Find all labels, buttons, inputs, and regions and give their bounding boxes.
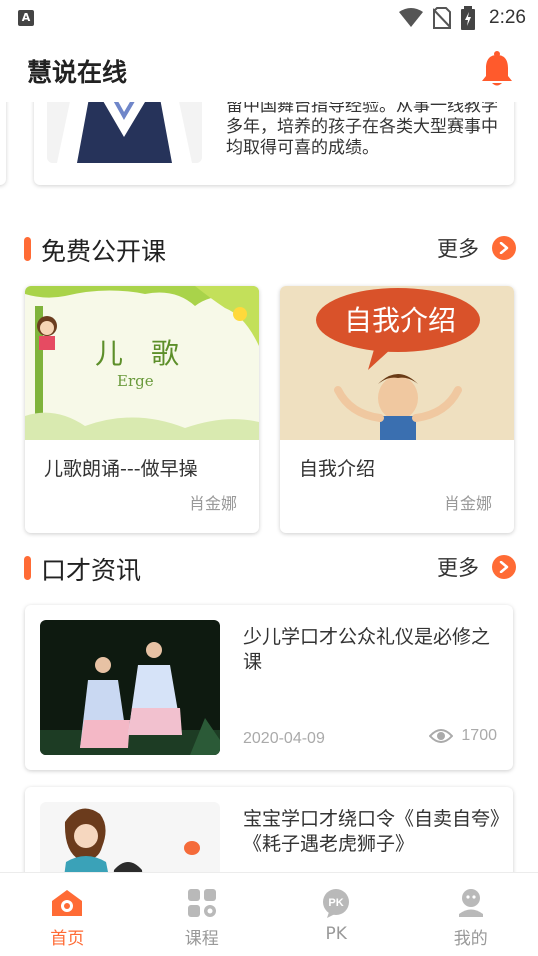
- section-accent-bar: [24, 237, 31, 261]
- news-item-title: 宝宝学口才绕口令《自卖自夸》《耗子遇老虎狮子》: [243, 808, 500, 855]
- free-courses-header: 免费公开课 更多: [0, 230, 538, 270]
- section-accent-bar: [24, 556, 31, 580]
- status-time: 2:26: [489, 7, 526, 28]
- bell-icon: [482, 51, 512, 86]
- nav-label: 我的: [453, 929, 488, 949]
- profile-icon: [458, 889, 483, 917]
- teacher-description: 留中国舞台指导经验。从事一线教学多年，培养的孩子在各类大型赛事中均取得可喜的成绩…: [226, 102, 498, 158]
- news-card[interactable]: 宝宝学口才绕口令《自卖自夸》《耗子遇老虎狮子》: [25, 787, 513, 872]
- course-grid-icon: [187, 889, 216, 917]
- battery-charging-icon: [461, 6, 476, 30]
- more-label: 更多: [437, 556, 479, 580]
- course-card[interactable]: 儿 歌 Erge 儿歌朗诵---做早操 肖金娜: [25, 286, 259, 533]
- pk-icon: PK: [323, 889, 350, 918]
- teacher-card[interactable]: 留中国舞台指导经验。从事一线教学多年，培养的孩子在各类大型赛事中均取得可喜的成绩…: [34, 102, 514, 185]
- thumb-subtitle-text: Erge: [117, 372, 154, 390]
- teacher-card-prev[interactable]: [0, 102, 6, 185]
- news-date: 2020-04-09: [243, 730, 325, 747]
- home-icon: [52, 890, 83, 916]
- chevron-right-icon: [492, 236, 516, 260]
- news-title: 口才资讯: [41, 556, 142, 585]
- chevron-right-icon: [492, 555, 516, 579]
- free-courses-title: 免费公开课: [41, 237, 167, 266]
- news-views: 1700: [429, 727, 497, 745]
- nav-label: PK: [325, 924, 347, 944]
- news-header: 口才资讯 更多: [0, 549, 538, 589]
- news-card[interactable]: 少儿学口才公众礼仪是必修之课 2020-04-09 1700: [25, 605, 513, 770]
- course-teacher: 肖金娜: [188, 494, 237, 513]
- thumb-title-text: 儿 歌: [95, 337, 180, 370]
- news-thumbnail: [40, 802, 220, 872]
- nav-tab-courses[interactable]: 课程: [135, 873, 270, 956]
- system-icons: 2:26: [399, 6, 526, 30]
- free-courses-more-link[interactable]: 更多: [437, 233, 516, 263]
- news-more-link[interactable]: 更多: [437, 552, 516, 582]
- thumb-title-text: 自我介绍: [344, 304, 457, 337]
- bottom-navigation: 首页 课程 PK PK 我的: [0, 872, 538, 956]
- course-title: 自我介绍: [299, 458, 376, 480]
- nav-label: 首页: [50, 929, 85, 949]
- app-notification-icon: A: [18, 10, 34, 26]
- eye-icon: [429, 729, 454, 743]
- notifications-button[interactable]: [480, 50, 514, 92]
- svg-text:PK: PK: [329, 897, 344, 909]
- teacher-photo: [47, 102, 202, 163]
- nav-tab-home[interactable]: 首页: [0, 873, 135, 956]
- news-view-count: 1700: [461, 727, 497, 744]
- wifi-icon: [399, 8, 424, 27]
- home-scroll-content[interactable]: 留中国舞台指导经验。从事一线教学多年，培养的孩子在各类大型赛事中均取得可喜的成绩…: [0, 102, 538, 872]
- course-thumbnail: 儿 歌 Erge: [25, 286, 259, 440]
- news-item-title: 少儿学口才公众礼仪是必修之课: [243, 626, 491, 673]
- course-title: 儿歌朗诵---做早操: [44, 458, 198, 480]
- no-sim-icon: [433, 7, 452, 29]
- course-card[interactable]: 自我介绍 自我介绍 肖金娜: [280, 286, 514, 533]
- app-header: 慧说在线: [0, 38, 538, 102]
- course-teacher: 肖金娜: [443, 494, 492, 513]
- nav-tab-profile[interactable]: 我的: [404, 873, 538, 956]
- course-thumbnail: 自我介绍: [280, 286, 514, 440]
- nav-tab-pk[interactable]: PK PK: [269, 873, 404, 956]
- nav-label: 课程: [184, 929, 219, 949]
- app-title: 慧说在线: [27, 58, 128, 87]
- status-bar: A 2:26: [0, 0, 538, 38]
- news-thumbnail: [40, 620, 220, 755]
- more-label: 更多: [437, 237, 479, 261]
